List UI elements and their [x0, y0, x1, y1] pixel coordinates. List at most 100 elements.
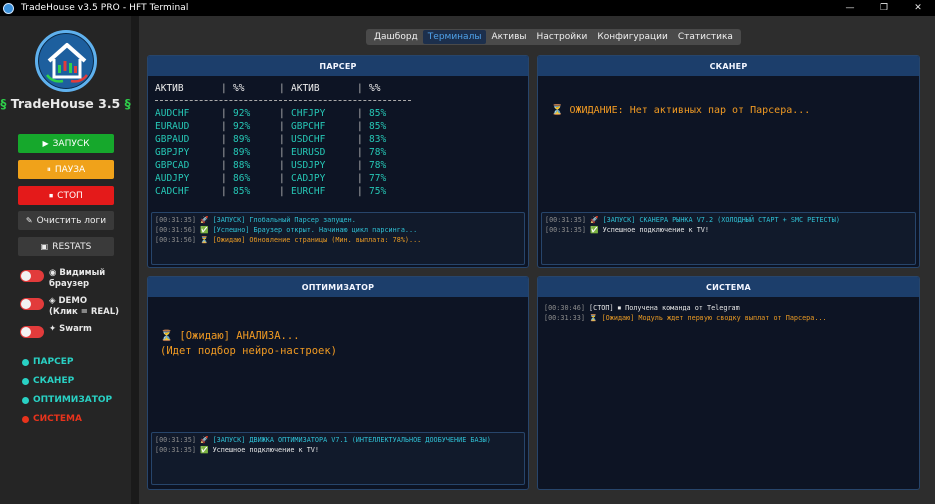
- cell-pct: 86%: [233, 173, 251, 184]
- table-row: GBPAUD | 89% | USDCHF | 83%: [155, 133, 409, 146]
- broom-icon: ✎: [25, 216, 33, 225]
- tab-statistics[interactable]: Статистика: [673, 30, 738, 44]
- column-separator: |: [357, 173, 363, 184]
- column-separator: |: [357, 83, 363, 94]
- clear-logs-button[interactable]: ✎ Очистить логи: [18, 211, 114, 230]
- cell-pct: 85%: [233, 186, 251, 197]
- demo-label: DEMO: [58, 296, 88, 306]
- log-text: Успешное подключение к TV!: [602, 226, 709, 234]
- header-asset-2: АКТИВ: [291, 83, 320, 94]
- close-icon[interactable]: ✕: [901, 0, 935, 16]
- header-asset-1: АКТИВ: [155, 83, 184, 94]
- cell-asset: GBPCHF: [291, 121, 326, 132]
- status-dot: [22, 358, 29, 366]
- app-icon: [3, 2, 14, 14]
- column-separator: |: [279, 121, 285, 132]
- pause-button-label: ПАУЗА: [54, 164, 86, 175]
- minimize-icon[interactable]: —: [833, 0, 867, 16]
- swarm-label: Swarm: [59, 324, 92, 334]
- log-line: [00:31:56] ✅ [Успешно] Браузер открыт. Н…: [155, 225, 521, 235]
- sidebar: § TradeHouse 3.5 § ▶ ЗАПУСК ⏸ ПАУЗА ⏹ СТ…: [0, 16, 131, 504]
- tab-settings[interactable]: Настройки: [532, 30, 593, 44]
- log-text: [Ожидаю] Обновление страницы (Мин. выпла…: [212, 236, 422, 244]
- log-text: [Успешно] Браузер открыт. Начинаю цикл п…: [212, 226, 418, 234]
- app-logo: [35, 30, 97, 92]
- column-separator: |: [221, 121, 227, 132]
- start-button[interactable]: ▶ ЗАПУСК: [18, 134, 114, 153]
- swarm-icon: ✦: [49, 324, 60, 334]
- status-dot: [22, 415, 29, 423]
- header-divider: [155, 100, 411, 101]
- cell-asset: EURAUD: [155, 121, 190, 132]
- optimizer-log[interactable]: [00:31:35] 🚀 [ЗАПУСК] ДВИЖКА ОПТИМИЗАТОР…: [151, 432, 525, 485]
- restats-button[interactable]: ▣ RESTATS: [18, 237, 114, 256]
- log-text: [ЗАПУСК] Глобальный Парсер запущен.: [212, 216, 356, 224]
- cell-asset: AUDJPY: [155, 173, 190, 184]
- cell-pct: 75%: [369, 186, 387, 197]
- swarm-toggle[interactable]: [20, 326, 44, 338]
- optimizer-waiting-line1: [Ожидаю] АНАЛИЗА...: [179, 330, 300, 342]
- house-chart-icon: [46, 43, 88, 83]
- log-text: Успешное подключение к TV!: [212, 446, 319, 454]
- log-timestamp: [00:31:35]: [155, 446, 196, 454]
- legend-scanner: СКАНЕР: [22, 376, 74, 386]
- column-separator: |: [357, 160, 363, 171]
- legend-parser-label: ПАРСЕР: [33, 357, 74, 367]
- brand-name: TradeHouse 3.5: [10, 96, 121, 111]
- scanner-waiting: ⏳ ОЖИДАНИЕ: Нет активных пар от Парсера.…: [551, 105, 810, 116]
- log-icon: ⏳: [589, 314, 598, 322]
- column-separator: |: [279, 134, 285, 145]
- cell-asset: CHFJPY: [291, 108, 326, 119]
- log-icon: ⏳: [200, 236, 209, 244]
- stop-button[interactable]: ⏹ СТОП: [18, 186, 114, 205]
- table-row: AUDJPY | 86% | CADJPY | 77%: [155, 172, 409, 185]
- clear-logs-label: Очистить логи: [36, 215, 107, 226]
- visible-browser-toggle[interactable]: [20, 270, 44, 282]
- cell-pct: 88%: [233, 160, 251, 171]
- optimizer-waiting: ⏳ [Ожидаю] АНАЛИЗА... (Идет подбор нейро…: [160, 329, 337, 359]
- cell-asset: CADJPY: [291, 173, 326, 184]
- pause-button[interactable]: ⏸ ПАУЗА: [18, 160, 114, 179]
- tab-assets[interactable]: Активы: [486, 30, 531, 44]
- log-line: [00:30:46] [СТОП] ⏹ Получена команда от …: [544, 303, 913, 313]
- hourglass-icon: ⏳: [160, 330, 180, 342]
- stats-icon: ▣: [40, 242, 49, 251]
- title-bar: TradeHouse v3.5 PRO - HFT Terminal — ❐ ✕: [0, 0, 935, 16]
- demo-toggle[interactable]: [20, 298, 44, 310]
- column-separator: |: [279, 160, 285, 171]
- header-pct-2: %%: [369, 83, 381, 94]
- scanner-log[interactable]: [00:31:35] 🚀 [ЗАПУСК] СКАНЕРА РЫНКА V7.2…: [541, 212, 916, 265]
- column-separator: |: [279, 83, 285, 94]
- tab-configurations[interactable]: Конфигурации: [592, 30, 672, 44]
- column-separator: |: [357, 121, 363, 132]
- log-timestamp: [00:31:35]: [545, 216, 586, 224]
- globe-icon: ◉: [49, 268, 60, 278]
- legend-parser: ПАРСЕР: [22, 357, 73, 367]
- log-icon: ✅: [200, 446, 209, 454]
- column-separator: |: [221, 83, 227, 94]
- legend-optimizer-label: ОПТИМИЗАТОР: [33, 395, 113, 405]
- stop-icon: ⏹: [49, 190, 54, 200]
- header-pct-1: %%: [233, 83, 245, 94]
- cell-pct: 92%: [233, 108, 251, 119]
- optimizer-waiting-line2: (Идет подбор нейро-настроек): [160, 345, 338, 357]
- column-separator: |: [279, 173, 285, 184]
- log-timestamp: [00:31:35]: [155, 216, 196, 224]
- parser-log[interactable]: [00:31:35] 🚀 [ЗАПУСК] Глобальный Парсер …: [151, 212, 525, 265]
- system-log[interactable]: [00:30:46] [СТОП] ⏹ Получена команда от …: [541, 301, 916, 486]
- tab-bar: Дашборд Терминалы Активы Настройки Конфи…: [366, 29, 741, 45]
- status-dot: [22, 377, 29, 385]
- table-row: GBPJPY | 89% | EURUSD | 78%: [155, 146, 409, 159]
- main-area: Дашборд Терминалы Активы Настройки Конфи…: [139, 16, 935, 504]
- tab-dashboard[interactable]: Дашборд: [369, 30, 423, 44]
- maximize-icon[interactable]: ❐: [867, 0, 901, 16]
- swarm-toggle-row: ✦ Swarm: [20, 324, 92, 338]
- cell-pct: 77%: [369, 173, 387, 184]
- cell-pct: 85%: [369, 121, 387, 132]
- cell-asset: USDCHF: [291, 134, 326, 145]
- log-text: [ЗАПУСК] ДВИЖКА ОПТИМИЗАТОРА V7.1 (ИНТЕЛ…: [212, 436, 491, 444]
- cell-asset: GBPJPY: [155, 147, 190, 158]
- log-text: [Ожидаю] Модуль ждет первую сводку выпла…: [601, 314, 827, 322]
- log-line: [00:31:35] 🚀 [ЗАПУСК] Глобальный Парсер …: [155, 215, 521, 225]
- tab-terminals[interactable]: Терминалы: [422, 30, 487, 44]
